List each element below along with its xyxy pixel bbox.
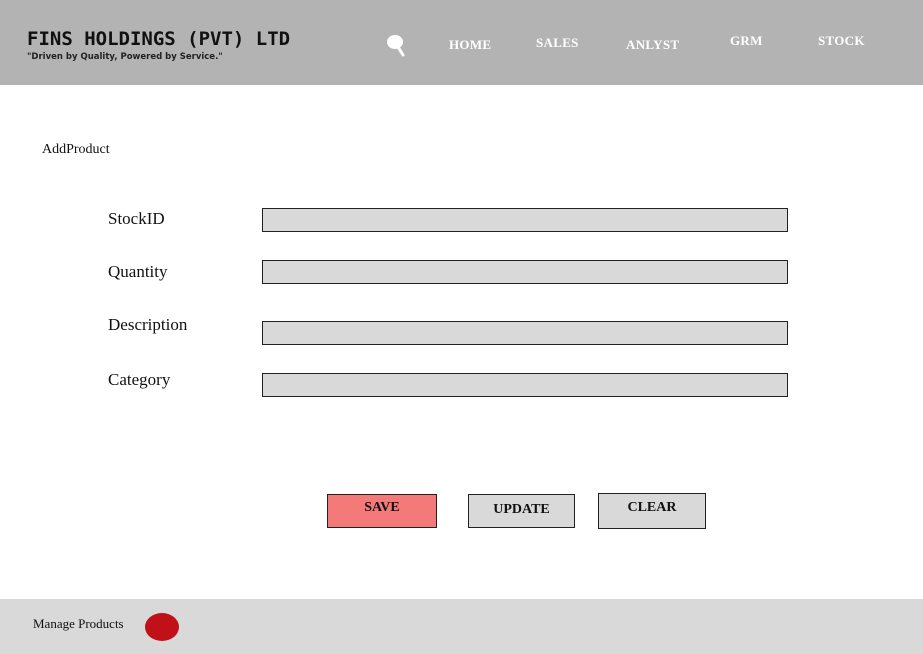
quantity-field[interactable] <box>262 260 788 284</box>
nav-sales[interactable]: SALES <box>536 35 579 51</box>
save-button[interactable]: SAVE <box>327 494 437 528</box>
nav-home[interactable]: HOME <box>449 37 491 53</box>
status-indicator[interactable] <box>145 613 179 641</box>
nav-anlyst[interactable]: ANLYST <box>626 37 679 53</box>
description-label: Description <box>108 315 188 334</box>
search-icon-graphic <box>387 35 405 57</box>
brand-title: FINS HOLDINGS (PVT) LTD <box>27 28 291 50</box>
quantity-label: Quantity <box>108 262 168 281</box>
manage-products-link[interactable]: Manage Products <box>33 616 124 632</box>
update-button[interactable]: UPDATE <box>468 494 575 528</box>
footer-bar <box>0 599 923 654</box>
category-label: Category <box>108 370 171 389</box>
stockid-field[interactable] <box>262 208 788 232</box>
top-header: FINS HOLDINGS (PVT) LTD "Driven by Quali… <box>0 0 923 85</box>
brand-tagline: "Driven by Quality, Powered by Service." <box>27 52 223 62</box>
description-field[interactable] <box>262 321 788 345</box>
page-title: AddProduct <box>42 142 110 157</box>
search-icon[interactable] <box>386 34 408 58</box>
nav-grm[interactable]: GRM <box>730 33 763 49</box>
clear-button[interactable]: CLEAR <box>598 493 706 529</box>
nav-stock[interactable]: STOCK <box>818 33 865 49</box>
category-field[interactable] <box>262 373 788 397</box>
stockid-label: StockID <box>108 209 165 228</box>
